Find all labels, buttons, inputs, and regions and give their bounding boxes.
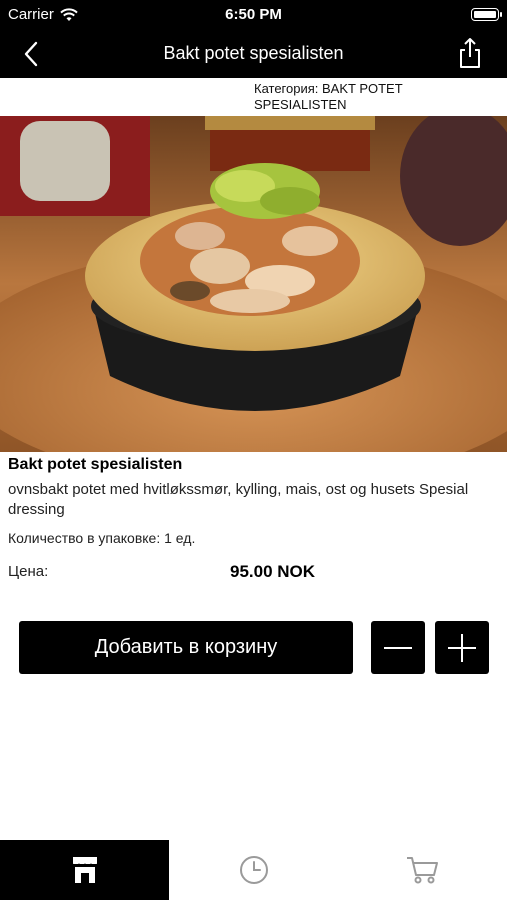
tab-shop[interactable] [0,840,169,900]
share-button[interactable] [455,37,485,69]
product-title: Bakt potet spesialisten [8,456,183,473]
product-description: ovnsbakt potet med hvitløkssmør, kylling… [8,481,469,518]
baked-potato-illustration [0,116,507,452]
cart-icon [406,857,438,884]
minus-icon [384,646,412,649]
increase-quantity-button[interactable] [435,621,489,674]
navigation-bar: Bakt potet spesialisten [0,30,507,78]
add-to-cart-button[interactable]: Добавить в корзину [19,621,353,674]
share-icon [460,38,480,68]
status-bar: Carrier 6:50 PM [0,0,507,30]
battery-icon [471,8,502,21]
tab-history[interactable] [169,840,338,900]
product-image [0,116,507,452]
chevron-left-icon [24,41,38,67]
tab-cart[interactable] [338,840,507,900]
package-info: Количество в упаковке: 1 ед. [8,530,196,546]
status-time: 6:50 PM [225,6,282,23]
price-value: 95.00 NOK [230,562,316,581]
page-title: Bakt potet spesialisten [163,43,344,63]
clock-icon [239,856,268,884]
back-button[interactable] [18,40,48,68]
decrease-quantity-button[interactable] [371,621,425,674]
price-label: Цена: [8,563,49,580]
plus-icon [448,633,476,662]
category-label: Категория: BAKT POTET SPESIALISTEN [254,81,403,112]
tab-bar [0,840,507,900]
shop-icon [72,857,97,883]
